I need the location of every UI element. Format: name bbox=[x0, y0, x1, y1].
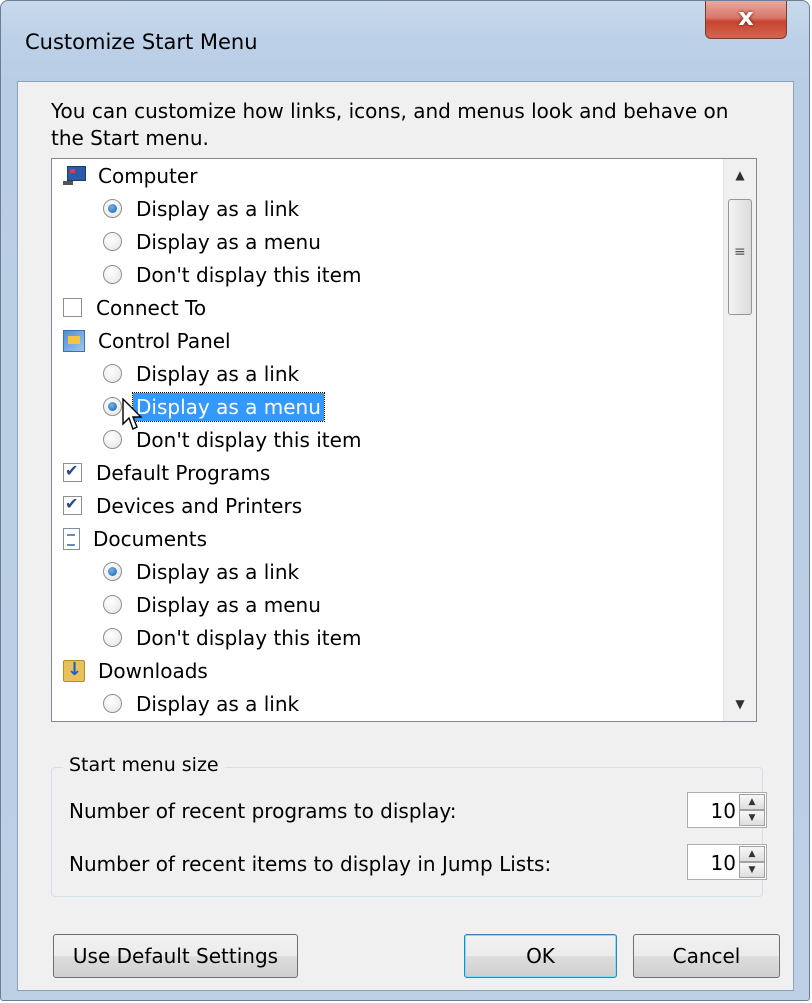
computer-icon bbox=[63, 165, 86, 187]
use-default-settings-button[interactable]: Use Default Settings bbox=[53, 934, 298, 978]
start-menu-size-group bbox=[51, 767, 763, 897]
close-icon: x bbox=[738, 3, 754, 31]
category-label: Documents bbox=[93, 526, 208, 551]
scrollbar-thumb[interactable] bbox=[728, 199, 752, 315]
computer-option-menu[interactable]: Display as a menu bbox=[103, 225, 324, 258]
category-label: Downloads bbox=[98, 658, 208, 683]
option-label-selected[interactable]: Display as a menu bbox=[132, 391, 325, 422]
spinner-value[interactable]: 10 bbox=[711, 799, 736, 823]
checkbox[interactable] bbox=[63, 461, 82, 482]
control-panel-option-link[interactable]: Display as a link bbox=[103, 357, 302, 390]
radio-button[interactable] bbox=[103, 430, 122, 449]
option-label[interactable]: Display as a link bbox=[133, 690, 302, 718]
recent-programs-spinner[interactable]: 10 ▲ ▼ bbox=[687, 792, 767, 828]
spinner-up-icon[interactable]: ▲ bbox=[739, 846, 765, 862]
window-title: Customize Start Menu bbox=[25, 30, 258, 54]
spinner-up-icon[interactable]: ▲ bbox=[739, 794, 765, 810]
scroll-down-arrow-icon[interactable]: ▼ bbox=[724, 688, 756, 721]
mouse-pointer-icon bbox=[122, 398, 143, 430]
cancel-button[interactable]: Cancel bbox=[633, 934, 780, 978]
computer-option-link[interactable]: Display as a link bbox=[103, 192, 302, 225]
documents-option-menu[interactable]: Display as a menu bbox=[103, 588, 324, 621]
radio-button[interactable] bbox=[103, 397, 122, 416]
list-item-connect-to[interactable]: Connect To bbox=[63, 291, 209, 324]
intro-text: You can customize how links, icons, and … bbox=[51, 99, 729, 150]
option-label[interactable]: Display as a menu bbox=[133, 591, 324, 619]
list-item-control-panel: Control Panel bbox=[63, 324, 234, 357]
jump-list-items-spinner[interactable]: 10 ▲ ▼ bbox=[687, 844, 767, 880]
radio-button[interactable] bbox=[103, 595, 122, 614]
documents-icon bbox=[63, 527, 80, 550]
radio-button[interactable] bbox=[103, 628, 122, 647]
radio-button[interactable] bbox=[103, 562, 122, 581]
radio-button[interactable] bbox=[103, 232, 122, 251]
radio-button[interactable] bbox=[103, 364, 122, 383]
list-item-devices-printers[interactable]: Devices and Printers bbox=[63, 489, 305, 522]
recent-programs-label: Number of recent programs to display: bbox=[69, 799, 457, 823]
item-label[interactable]: Devices and Printers bbox=[93, 492, 305, 520]
dialog-client-area: You can customize how links, icons, and … bbox=[17, 81, 794, 991]
control-panel-icon bbox=[63, 329, 85, 352]
checkbox[interactable] bbox=[63, 494, 82, 515]
radio-button[interactable] bbox=[103, 694, 122, 713]
option-label[interactable]: Display as a link bbox=[133, 195, 302, 223]
option-label[interactable]: Display as a menu bbox=[133, 228, 324, 256]
title-bar[interactable]: Customize Start Menu x bbox=[1, 1, 809, 81]
dialog-window: Customize Start Menu x You can customize… bbox=[0, 0, 810, 1001]
close-button[interactable]: x bbox=[705, 1, 787, 39]
documents-option-link[interactable]: Display as a link bbox=[103, 555, 302, 588]
checkbox[interactable] bbox=[63, 298, 82, 317]
scroll-up-arrow-icon[interactable]: ▲ bbox=[724, 159, 756, 192]
downloads-icon bbox=[63, 659, 85, 682]
downloads-option-link[interactable]: Display as a link bbox=[103, 687, 302, 720]
vertical-scrollbar[interactable]: ▲ ▼ bbox=[723, 159, 756, 721]
computer-option-hide[interactable]: Don't display this item bbox=[103, 258, 364, 291]
option-label[interactable]: Display as a link bbox=[133, 558, 302, 586]
jump-list-items-label: Number of recent items to display in Jum… bbox=[69, 852, 552, 876]
spinner-down-icon[interactable]: ▼ bbox=[739, 810, 765, 826]
spinner-value[interactable]: 10 bbox=[711, 851, 736, 875]
item-label[interactable]: Connect To bbox=[93, 294, 209, 322]
documents-option-hide[interactable]: Don't display this item bbox=[103, 621, 364, 654]
option-label[interactable]: Display as a link bbox=[133, 360, 302, 388]
option-label[interactable]: Don't display this item bbox=[133, 624, 364, 652]
start-menu-items-list[interactable]: Computer Display as a link Display as a … bbox=[51, 158, 757, 722]
list-item-documents: Documents bbox=[63, 522, 210, 555]
option-label[interactable]: Don't display this item bbox=[133, 426, 364, 454]
radio-button[interactable] bbox=[103, 265, 122, 284]
option-label[interactable]: Don't display this item bbox=[133, 261, 364, 289]
list-item-downloads: Downloads bbox=[63, 654, 211, 687]
list-item-computer: Computer bbox=[63, 159, 200, 192]
item-label[interactable]: Default Programs bbox=[93, 459, 273, 487]
radio-button[interactable] bbox=[103, 199, 122, 218]
group-legend: Start menu size bbox=[63, 754, 225, 776]
ok-button[interactable]: OK bbox=[464, 934, 617, 978]
category-label: Computer bbox=[98, 163, 198, 188]
list-item-default-programs[interactable]: Default Programs bbox=[63, 456, 273, 489]
category-label: Control Panel bbox=[98, 328, 231, 353]
spinner-down-icon[interactable]: ▼ bbox=[739, 862, 765, 878]
